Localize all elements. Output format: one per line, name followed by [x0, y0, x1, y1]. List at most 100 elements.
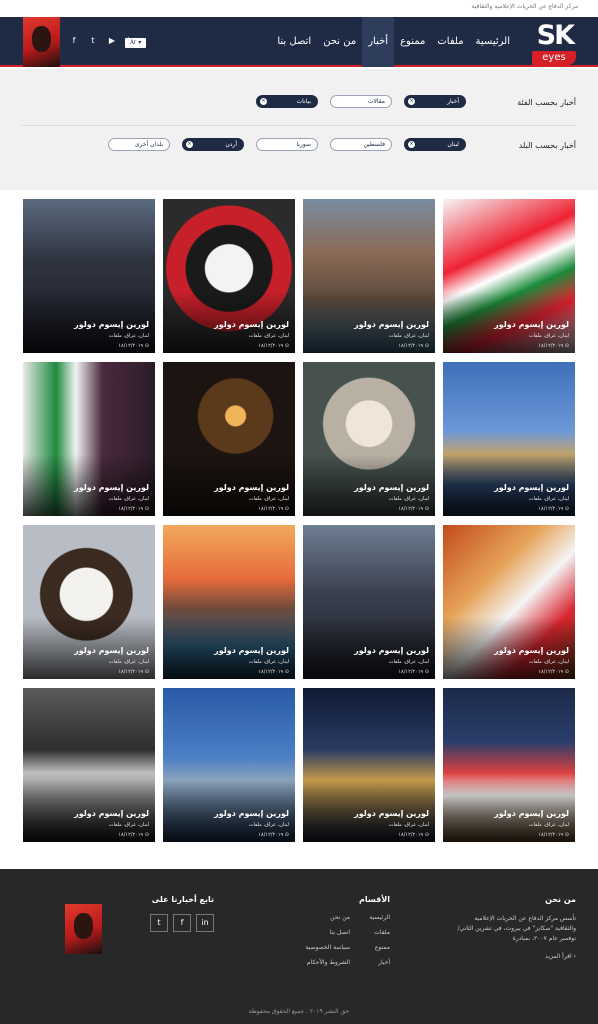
article-card[interactable]: لورين إيسوم دولور لبنان، عراق، ملفات ١٨/١٢… [23, 199, 155, 353]
category-chip[interactable]: بيانات × [256, 95, 318, 108]
article-card[interactable]: لورين إيسوم دولور لبنان، عراق، ملفات ١٨/١٢… [303, 199, 435, 353]
article-tags: لبنان، عراق، ملفات [528, 822, 569, 828]
article-card[interactable]: لورين إيسوم دولور لبنان، عراق، ملفات ١٨/١٢… [443, 688, 575, 842]
article-date: ١٨/١٢/٢٠١٩ ⊙ [258, 669, 289, 675]
close-icon[interactable]: × [186, 141, 193, 148]
read-more-link[interactable]: اقرأ المزيد › [454, 953, 576, 960]
facebook-icon[interactable]: f [68, 35, 80, 47]
article-title[interactable]: لورين إيسوم دولور [74, 320, 149, 329]
close-icon[interactable]: × [260, 98, 267, 105]
article-date: ١٨/١٢/٢٠١٩ ⊙ [398, 669, 429, 675]
footer-link-banned[interactable]: ممنوع [375, 944, 390, 951]
about-text: تأسس مركز الدفاع عن الحريات الإعلامية وا… [457, 915, 576, 942]
facebook-icon[interactable]: f [173, 914, 191, 932]
sections-title: الأقسام [359, 895, 390, 904]
close-icon[interactable]: × [408, 141, 415, 148]
org-name: مركز الدفاع عن الحريات الإعلامية والثقاف… [471, 3, 578, 10]
article-card[interactable]: لورين إيسوم دولور لبنان، عراق، ملفات ١٨/١٢… [443, 525, 575, 679]
menu-files[interactable]: ملفات [431, 17, 469, 67]
article-title[interactable]: لورين إيسوم دولور [494, 483, 569, 492]
follow-title: تابع أخبارنا على [151, 895, 214, 904]
article-card[interactable]: لورين إيسوم دولور لبنان، عراق، ملفات ١٨/١٢… [443, 362, 575, 516]
article-card[interactable]: لورين إيسوم دولور لبنان، عراق، ملفات ١٨/١٢… [443, 199, 575, 353]
footer-link-terms[interactable]: الشروط والأحكام [307, 959, 350, 966]
article-date: ١٨/١٢/٢٠١٩ ⊙ [538, 832, 569, 838]
logo-mark: SK [536, 20, 575, 51]
filter-divider [22, 125, 576, 126]
article-card[interactable]: لورين إيسوم دولور لبنان، عراق، ملفات ١٨/١٢… [163, 688, 295, 842]
article-title[interactable]: لورين إيسوم دولور [354, 809, 429, 818]
country-chip[interactable]: فلسطين [330, 138, 392, 151]
article-title[interactable]: لورين إيسوم دولور [214, 646, 289, 655]
category-chip[interactable]: أخبار × [404, 95, 466, 108]
footer-link-privacy[interactable]: سياسة الخصوصية [305, 944, 350, 951]
article-date: ١٨/١٢/٢٠١٩ ⊙ [398, 832, 429, 838]
menu-banned[interactable]: ممنوع [394, 17, 431, 67]
category-chip[interactable]: مقالات [330, 95, 392, 108]
article-grid: لورين إيسوم دولور لبنان، عراق، ملفات ١٨/١٢… [23, 199, 575, 842]
logo-wordmark: eyes [532, 51, 576, 65]
article-date: ١٨/١٢/٢٠١٩ ⊙ [398, 343, 429, 349]
skeyes-logo[interactable]: SK eyes [530, 21, 576, 65]
footer-link-about[interactable]: من نحن [330, 914, 350, 921]
article-title[interactable]: لورين إيسوم دولور [354, 320, 429, 329]
article-tags: لبنان، عراق، ملفات [248, 496, 289, 502]
country-chip-label: سوريا [296, 141, 311, 148]
article-card[interactable]: لورين إيسوم دولور لبنان، عراق، ملفات ١٨/١٢… [303, 362, 435, 516]
instagram-icon[interactable]: in [125, 35, 137, 47]
menu-contact[interactable]: اتصل بنا [271, 17, 317, 67]
copyright: حق النشر ٢٠١٩ . جميع الحقوق محفوظة [248, 1008, 350, 1015]
article-card[interactable]: لورين إيسوم دولور لبنان، عراق، ملفات ١٨/١٢… [23, 688, 155, 842]
instagram-icon[interactable]: in [196, 914, 214, 932]
article-title[interactable]: لورين إيسوم دولور [354, 646, 429, 655]
article-card[interactable]: لورين إيسوم دولور لبنان، عراق، ملفات ١٨/١٢… [163, 362, 295, 516]
about-title: من نحن [545, 895, 576, 904]
article-card[interactable]: لورين إيسوم دولور لبنان، عراق، ملفات ١٨/١٢… [163, 525, 295, 679]
article-card[interactable]: لورين إيسوم دولور لبنان، عراق، ملفات ١٨/١٢… [23, 525, 155, 679]
article-card[interactable]: لورين إيسوم دولور لبنان، عراق، ملفات ١٨/١٢… [23, 362, 155, 516]
country-chip[interactable]: بلدان أخرى [108, 138, 170, 151]
category-chip-label: أخبار [447, 98, 459, 105]
article-card[interactable]: لورين إيسوم دولور لبنان، عراق، ملفات ١٨/١٢… [303, 688, 435, 842]
article-title[interactable]: لورين إيسوم دولور [74, 809, 149, 818]
footer-follow: تابع أخبارنا على in f t [144, 895, 214, 932]
twitter-icon[interactable]: t [150, 914, 168, 932]
article-title[interactable]: لورين إيسوم دولور [494, 646, 569, 655]
article-tags: لبنان، عراق، ملفات [248, 822, 289, 828]
country-chip[interactable]: سوريا [256, 138, 318, 151]
close-icon[interactable]: × [408, 98, 415, 105]
country-chip-label: بلدان أخرى [134, 141, 163, 148]
country-chip[interactable]: لبنان × [404, 138, 466, 151]
article-title[interactable]: لورين إيسوم دولور [214, 320, 289, 329]
article-tags: لبنان، عراق، ملفات [528, 659, 569, 665]
country-chip[interactable]: أردن × [182, 138, 244, 151]
article-title[interactable]: لورين إيسوم دولور [354, 483, 429, 492]
footer-link-files[interactable]: ملفات [374, 929, 390, 936]
article-card[interactable]: لورين إيسوم دولور لبنان، عراق، ملفات ١٨/١٢… [163, 199, 295, 353]
article-title[interactable]: لورين إيسوم دولور [74, 646, 149, 655]
article-title[interactable]: لورين إيسوم دولور [214, 809, 289, 818]
article-title[interactable]: لورين إيسوم دولور [494, 809, 569, 818]
footer-link-news[interactable]: أخبار [378, 959, 390, 966]
article-tags: لبنان، عراق، ملفات [528, 496, 569, 502]
article-date: ١٨/١٢/٢٠١٩ ⊙ [538, 506, 569, 512]
menu-home[interactable]: الرئيسية [470, 17, 516, 67]
footer-link-contact[interactable]: اتصل بنا [330, 929, 350, 936]
country-chip-label: لبنان [447, 141, 459, 148]
category-chips: أخبار × مقالات بيانات × [256, 95, 466, 108]
article-tags: لبنان، عراق، ملفات [528, 333, 569, 339]
article-title[interactable]: لورين إيسوم دولور [74, 483, 149, 492]
category-chip-label: مقالات [367, 98, 385, 105]
footer-link-home[interactable]: الرئيسية [369, 914, 390, 921]
menu-news[interactable]: أخبار [362, 17, 395, 67]
article-title[interactable]: لورين إيسوم دولور [214, 483, 289, 492]
article-card[interactable]: لورين إيسوم دولور لبنان، عراق، ملفات ١٨/١٢… [303, 525, 435, 679]
main-menu: الرئيسية ملفات ممنوع أخبار من نحن اتصل ب… [271, 17, 516, 67]
article-title[interactable]: لورين إيسوم دولور [494, 320, 569, 329]
menu-about[interactable]: من نحن [317, 17, 362, 67]
article-date: ١٨/١٢/٢٠١٩ ⊙ [118, 832, 149, 838]
youtube-icon[interactable]: ▶ [106, 35, 118, 47]
footer: من نحن تأسس مركز الدفاع عن الحريات الإعل… [0, 869, 598, 1024]
twitter-icon[interactable]: t [87, 35, 99, 47]
article-date: ١٨/١٢/٢٠١٩ ⊙ [538, 669, 569, 675]
